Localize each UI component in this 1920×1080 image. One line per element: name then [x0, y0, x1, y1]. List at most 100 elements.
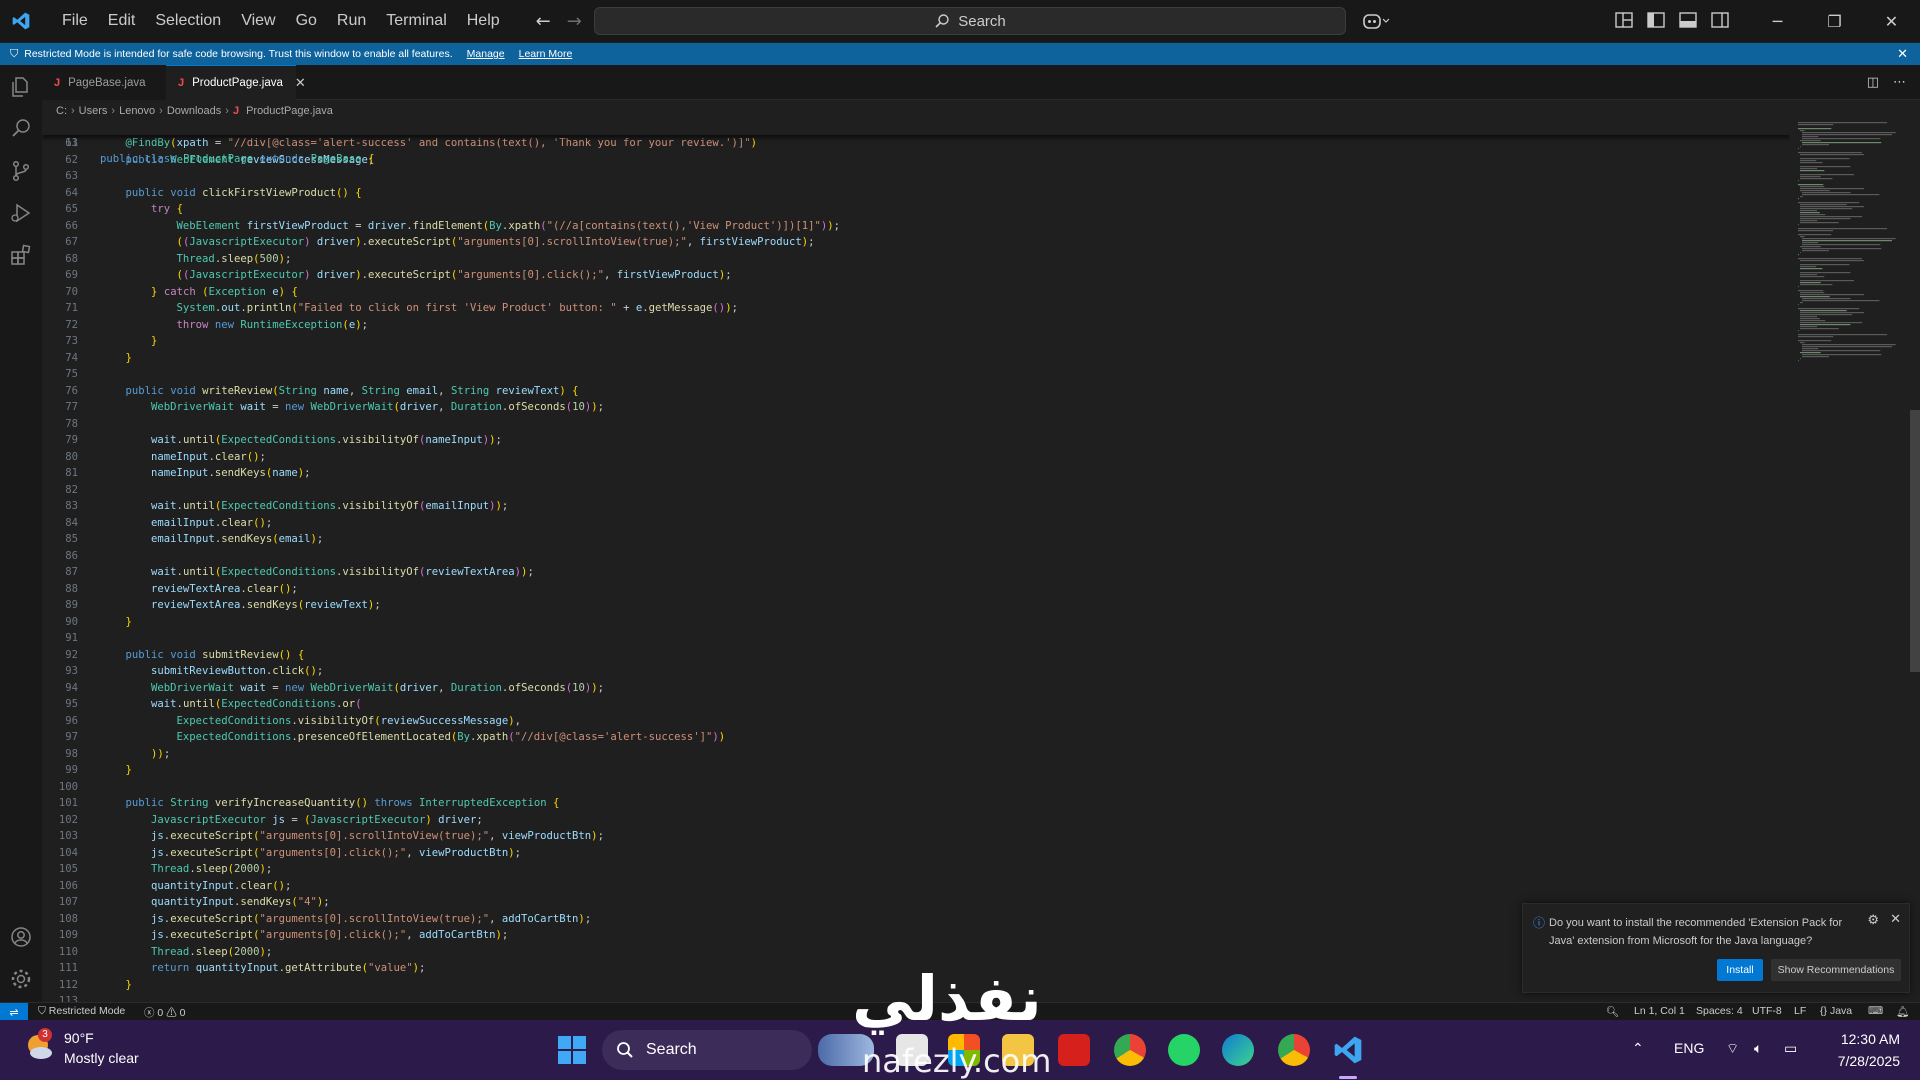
more-actions-icon[interactable]: ⋯ — [1893, 75, 1906, 90]
zoom-icon[interactable]: 🔍︎ — [1606, 1005, 1619, 1018]
menu-edit[interactable]: Edit — [98, 0, 146, 42]
code-line[interactable]: 68 Thread.sleep(500); — [42, 251, 1790, 268]
menu-help[interactable]: Help — [457, 0, 510, 42]
feedback-icon[interactable]: ⌨ — [1868, 1005, 1883, 1017]
breadcrumb-item[interactable]: Downloads — [167, 105, 221, 117]
code-line[interactable]: 63 — [42, 168, 1790, 185]
code-line[interactable]: 65 try { — [42, 201, 1790, 218]
widget-thumbnail-icon[interactable] — [818, 1034, 874, 1066]
code-line[interactable]: 83 wait.until(ExpectedConditions.visibil… — [42, 498, 1790, 515]
code-line[interactable]: 86 — [42, 548, 1790, 565]
input-language[interactable]: ENG — [1674, 1040, 1704, 1056]
banner-close-icon[interactable]: ✕ — [1897, 46, 1908, 62]
code-line[interactable]: 99 } — [42, 762, 1790, 779]
code-line[interactable]: 101 public String verifyIncreaseQuantity… — [42, 795, 1790, 812]
code-line[interactable]: 98 )); — [42, 746, 1790, 763]
code-line[interactable]: 96 ExpectedConditions.visibilityOf(revie… — [42, 713, 1790, 730]
acrobat-icon[interactable] — [1058, 1034, 1090, 1066]
code-line[interactable]: 84 emailInput.clear(); — [42, 515, 1790, 532]
code-line[interactable]: 82 — [42, 482, 1790, 499]
notifications-bell-icon[interactable]: 🔔︎ — [1896, 1005, 1909, 1018]
menu-go[interactable]: Go — [286, 0, 327, 42]
taskbar-search[interactable]: Search — [602, 1030, 812, 1070]
code-line[interactable]: 61 @FindBy(xpath = "//div[@class='alert-… — [42, 135, 1790, 152]
code-line[interactable]: 105 Thread.sleep(2000); — [42, 861, 1790, 878]
breadcrumb-item[interactable]: C: — [56, 105, 67, 117]
extensions-icon[interactable] — [9, 243, 33, 267]
source-control-icon[interactable] — [9, 159, 33, 183]
task-view-icon[interactable] — [896, 1034, 928, 1066]
code-line[interactable]: 104 js.executeScript("arguments[0].click… — [42, 845, 1790, 862]
edge-icon[interactable] — [1222, 1034, 1254, 1066]
close-tab-icon[interactable]: ✕ — [295, 75, 306, 91]
code-line[interactable]: 97 ExpectedConditions.presenceOfElementL… — [42, 729, 1790, 746]
copilot-icon[interactable] — [1362, 10, 1390, 32]
code-line[interactable]: 81 nameInput.sendKeys(name); — [42, 465, 1790, 482]
wifi-icon[interactable]: ⌔ — [1726, 1040, 1739, 1058]
code-line[interactable]: 89 reviewTextArea.sendKeys(reviewText); — [42, 597, 1790, 614]
split-editor-icon[interactable]: ◫ — [1867, 75, 1879, 90]
volume-icon[interactable]: 🔈︎ — [1754, 1040, 1762, 1057]
code-line[interactable]: 64 public void clickFirstViewProduct() { — [42, 185, 1790, 202]
code-line[interactable]: 106 quantityInput.clear(); — [42, 878, 1790, 895]
file-explorer-icon[interactable] — [1002, 1034, 1034, 1066]
code-line[interactable]: 73 } — [42, 333, 1790, 350]
minimize-icon[interactable]: ─ — [1749, 0, 1806, 42]
code-line[interactable]: 67 ((JavascriptExecutor) driver).execute… — [42, 234, 1790, 251]
remote-indicator-icon[interactable]: ⇌ — [0, 1003, 28, 1021]
code-line[interactable]: 85 emailInput.sendKeys(email); — [42, 531, 1790, 548]
toggle-secondary-sidebar-icon[interactable] — [1710, 10, 1730, 30]
weather-widget[interactable]: 3 90°F Mostly clear — [24, 1028, 139, 1068]
system-clock[interactable]: 12:30 AM 7/28/2025 — [1838, 1028, 1900, 1072]
code-editor[interactable]: 13 public class ProductPage extends Page… — [42, 118, 1790, 1002]
search-view-icon[interactable] — [9, 117, 33, 141]
toggle-primary-sidebar-icon[interactable] — [1646, 10, 1666, 30]
code-line[interactable]: 100 — [42, 779, 1790, 796]
scrollbar-thumb[interactable] — [1910, 410, 1920, 672]
code-line[interactable]: 91 — [42, 630, 1790, 647]
close-window-icon[interactable]: ✕ — [1863, 0, 1920, 42]
code-line[interactable]: 69 ((JavascriptExecutor) driver).execute… — [42, 267, 1790, 284]
customize-layout-icon[interactable] — [1614, 10, 1634, 30]
chrome-icon[interactable] — [1114, 1034, 1146, 1066]
code-line[interactable]: 66 WebElement firstViewProduct = driver.… — [42, 218, 1790, 235]
code-line[interactable]: 92 public void submitReview() { — [42, 647, 1790, 664]
install-button[interactable]: Install — [1717, 959, 1763, 981]
code-line[interactable]: 87 wait.until(ExpectedConditions.visibil… — [42, 564, 1790, 581]
settings-gear-icon[interactable] — [9, 967, 33, 991]
windows-start-icon[interactable] — [556, 1034, 588, 1066]
minimap[interactable] — [1790, 118, 1910, 368]
notification-settings-icon[interactable]: ⚙ — [1867, 912, 1879, 928]
indentation-status[interactable]: Spaces: 4 — [1696, 1005, 1743, 1017]
code-line[interactable]: 88 reviewTextArea.clear(); — [42, 581, 1790, 598]
breadcrumb-item[interactable]: Lenovo — [119, 105, 155, 117]
microsoft-store-icon[interactable] — [948, 1034, 980, 1066]
code-line[interactable]: 93 submitReviewButton.click(); — [42, 663, 1790, 680]
code-line[interactable]: 75 — [42, 366, 1790, 383]
menu-view[interactable]: View — [231, 0, 285, 42]
code-line[interactable]: 90 } — [42, 614, 1790, 631]
restore-icon[interactable]: ❐ — [1806, 0, 1863, 42]
breadcrumb-item[interactable]: ProductPage.java — [246, 105, 333, 117]
code-line[interactable]: 74 } — [42, 350, 1790, 367]
manage-link[interactable]: Manage — [467, 48, 505, 60]
editor-scrollbar[interactable] — [1908, 118, 1920, 1002]
eol-status[interactable]: LF — [1794, 1005, 1806, 1017]
toggle-panel-icon[interactable] — [1678, 10, 1698, 30]
battery-icon[interactable]: ▭ — [1784, 1040, 1797, 1057]
vscode-taskbar-icon[interactable] — [1332, 1034, 1364, 1066]
code-line[interactable]: 95 wait.until(ExpectedConditions.or( — [42, 696, 1790, 713]
explorer-icon[interactable] — [9, 75, 33, 99]
whatsapp-icon[interactable] — [1168, 1034, 1200, 1066]
code-line[interactable]: 80 nameInput.clear(); — [42, 449, 1790, 466]
cursor-position[interactable]: Ln 1, Col 1 — [1634, 1005, 1685, 1017]
encoding-status[interactable]: UTF-8 — [1752, 1005, 1782, 1017]
menu-terminal[interactable]: Terminal — [376, 0, 456, 42]
code-line[interactable]: 102 JavascriptExecutor js = (JavascriptE… — [42, 812, 1790, 829]
problems-status[interactable]: ⓧ 0 ⚠ 0 — [144, 1005, 185, 1020]
chevron-up-icon[interactable]: ⌃ — [1632, 1040, 1644, 1057]
code-line[interactable]: 70 } catch (Exception e) { — [42, 284, 1790, 301]
show-recommendations-button[interactable]: Show Recommendations — [1771, 959, 1901, 981]
tab-pagebase[interactable]: J PageBase.java — [42, 65, 166, 100]
code-line[interactable]: 71 System.out.println("Failed to click o… — [42, 300, 1790, 317]
